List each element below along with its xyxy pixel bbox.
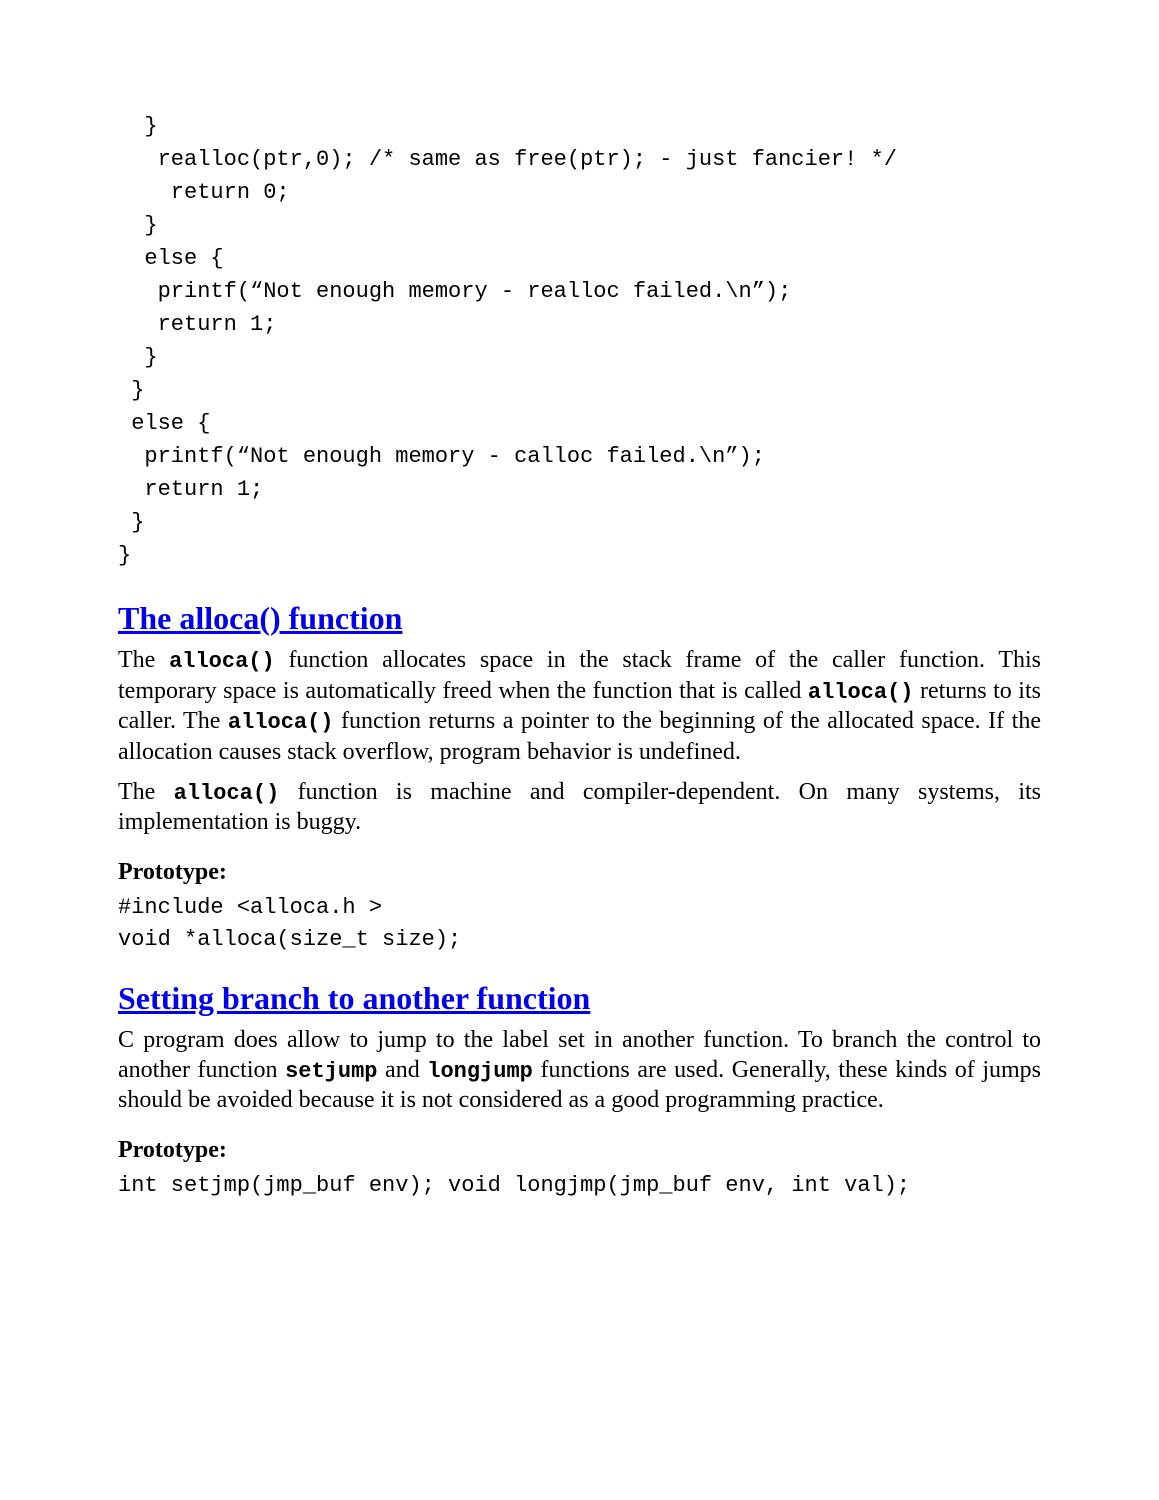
inline-code-longjump: longjump	[427, 1059, 533, 1084]
para-alloca-1: The alloca() function allocates space in…	[118, 645, 1041, 767]
inline-code-alloca: alloca()	[169, 649, 275, 674]
prototype-code-setjmp: int setjmp(jmp_buf env); void longjmp(jm…	[118, 1170, 1041, 1202]
para-setjmp-1: C program does allow to jump to the labe…	[118, 1025, 1041, 1116]
inline-code-alloca: alloca()	[808, 680, 914, 705]
inline-code-alloca: alloca()	[174, 781, 280, 806]
code-block-main: } realloc(ptr,0); /* same as free(ptr); …	[118, 110, 1041, 572]
inline-code-setjump: setjump	[285, 1059, 377, 1084]
text-fragment: and	[377, 1057, 427, 1083]
heading-setjmp[interactable]: Setting branch to another function	[118, 980, 1041, 1017]
prototype-label: Prototype:	[118, 859, 1041, 886]
text-fragment: The	[118, 779, 174, 805]
para-alloca-2: The alloca() function is machine and com…	[118, 777, 1041, 838]
heading-alloca[interactable]: The alloca() function	[118, 600, 1041, 637]
prototype-label: Prototype:	[118, 1137, 1041, 1164]
prototype-code-alloca: #include <alloca.h > void *alloca(size_t…	[118, 892, 1041, 956]
text-fragment: The	[118, 647, 169, 673]
document-page: } realloc(ptr,0); /* same as free(ptr); …	[0, 0, 1159, 1500]
inline-code-alloca: alloca()	[228, 710, 334, 735]
